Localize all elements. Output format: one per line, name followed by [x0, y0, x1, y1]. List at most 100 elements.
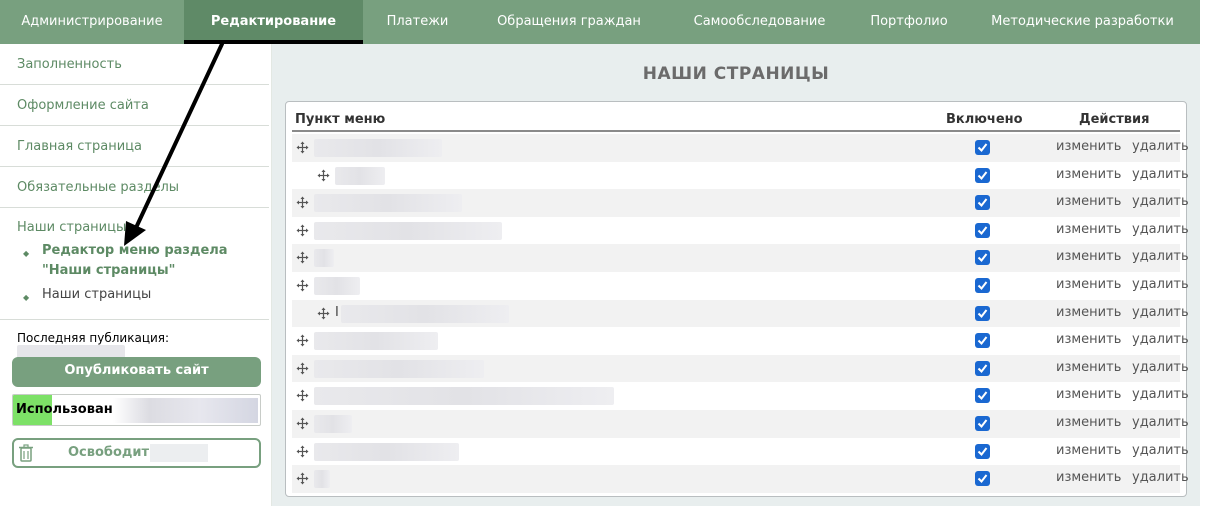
enabled-checkbox[interactable]	[975, 443, 990, 459]
menu-table-body: изменить удалить изменить удалить изменить уд…	[292, 134, 1189, 493]
drag-handle-icon[interactable]	[296, 472, 309, 485]
edit-link[interactable]: изменить	[1056, 387, 1121, 402]
drag-handle-icon[interactable]	[296, 196, 309, 209]
sidebar-group-title[interactable]: Наши страницы	[17, 220, 269, 235]
trash-icon	[19, 444, 33, 462]
menu-item-name-redacted	[314, 249, 334, 268]
drag-handle-icon[interactable]	[296, 417, 309, 430]
header-menu-item: Пункт меню	[295, 112, 386, 127]
checkmark-icon	[977, 308, 988, 318]
tab-administration[interactable]: Администрирование	[0, 0, 184, 44]
enabled-checkbox[interactable]	[975, 360, 990, 376]
enabled-checkbox[interactable]	[975, 277, 990, 293]
enabled-checkbox[interactable]	[975, 222, 990, 238]
edit-link[interactable]: изменить	[1056, 167, 1121, 182]
checkmark-icon	[977, 281, 988, 290]
delete-link[interactable]: удалить	[1132, 415, 1189, 430]
delete-link[interactable]: удалить	[1132, 139, 1189, 154]
enabled-checkbox[interactable]	[975, 167, 990, 183]
menu-item-name-redacted	[314, 387, 614, 406]
delete-link[interactable]: удалить	[1132, 387, 1189, 402]
menu-item-name-redacted	[314, 194, 462, 213]
drag-handle-icon[interactable]	[296, 224, 309, 237]
sidebar-subitem-label: Наши страницы	[42, 287, 152, 302]
sidebar-item-home-page[interactable]: Главная страница	[0, 126, 269, 167]
delete-link[interactable]: удалить	[1132, 332, 1189, 347]
drag-handle-icon[interactable]	[296, 334, 309, 347]
edit-link[interactable]: изменить	[1056, 139, 1121, 154]
publish-site-button[interactable]: Опубликовать сайт	[12, 357, 261, 387]
delete-link[interactable]: удалить	[1132, 470, 1189, 485]
drag-handle-icon[interactable]	[296, 141, 309, 154]
table-row: изменить удалить	[292, 354, 1189, 383]
tab-citizen-requests[interactable]: Обращения граждан	[472, 0, 666, 44]
sidebar-item-required-sections[interactable]: Обязательные разделы	[0, 167, 269, 208]
enabled-checkbox[interactable]	[975, 195, 990, 211]
drag-handle-icon[interactable]	[317, 169, 330, 182]
storage-usage-bar: Использовано	[12, 394, 261, 426]
last-publication: Последняя публикация:	[0, 320, 271, 361]
delete-link[interactable]: удалить	[1132, 222, 1189, 237]
delete-link[interactable]: удалить	[1132, 167, 1189, 182]
enabled-checkbox[interactable]	[975, 250, 990, 266]
sidebar-item-fill[interactable]: Заполненность	[0, 44, 269, 85]
drag-handle-icon[interactable]	[296, 389, 309, 402]
drag-handle-icon[interactable]	[296, 251, 309, 264]
diamond-bullet-icon: ◆	[23, 293, 30, 302]
enabled-checkbox[interactable]	[975, 140, 990, 155]
tab-payments[interactable]: Платежи	[363, 0, 472, 44]
edit-link[interactable]: изменить	[1056, 443, 1121, 458]
menu-item-name-redacted	[341, 304, 509, 323]
page-title: НАШИ СТРАНИЦЫ	[642, 64, 830, 84]
menu-item-name-redacted	[314, 470, 330, 489]
sidebar-subitem-menu-editor[interactable]: ◆ Редактор меню раздела "Наши страницы"	[17, 241, 269, 281]
edit-link[interactable]: изменить	[1056, 222, 1121, 237]
table-row: изменить удалить	[292, 162, 1189, 190]
storage-usage-label: Использовано	[16, 402, 122, 417]
enabled-checkbox[interactable]	[975, 333, 990, 349]
sidebar-item-design[interactable]: Оформление сайта	[0, 85, 269, 126]
checkmark-icon	[977, 198, 988, 208]
delete-link[interactable]: удалить	[1132, 360, 1189, 375]
enabled-checkbox[interactable]	[975, 471, 990, 487]
table-row: изменить удалить	[292, 409, 1189, 438]
top-navigation: Администрирование Редактирование Платежи…	[0, 0, 1200, 44]
table-row: изменить удалить	[292, 272, 1189, 300]
sidebar-subitem-our-pages[interactable]: ◆ Наши страницы	[17, 285, 269, 305]
edit-link[interactable]: изменить	[1056, 360, 1121, 375]
edit-link[interactable]: изменить	[1056, 277, 1121, 292]
edit-link[interactable]: изменить	[1056, 194, 1121, 209]
header-actions: Действия	[1079, 112, 1150, 127]
enabled-checkbox[interactable]	[975, 305, 990, 321]
menu-item-name-redacted	[314, 359, 484, 378]
drag-handle-icon[interactable]	[296, 279, 309, 292]
tab-methodical-developments[interactable]: Методические разработки	[965, 0, 1200, 44]
tab-self-assessment[interactable]: Самообследование	[666, 0, 853, 44]
header-enabled: Включено	[946, 112, 1023, 127]
edit-link[interactable]: изменить	[1056, 415, 1121, 430]
free-space-button[interactable]: Освободить	[12, 438, 261, 468]
edit-link[interactable]: изменить	[1056, 305, 1121, 320]
delete-link[interactable]: удалить	[1132, 443, 1189, 458]
last-publication-label: Последняя публикация:	[17, 331, 170, 345]
main-content: НАШИ СТРАНИЦЫ Пункт меню Включено Действ…	[272, 44, 1200, 506]
menu-item-name-redacted	[335, 166, 385, 185]
tab-editing[interactable]: Редактирование	[184, 0, 363, 44]
delete-link[interactable]: удалить	[1132, 194, 1189, 209]
drag-handle-icon[interactable]	[317, 307, 330, 320]
menu-item-name-redacted	[314, 139, 442, 157]
edit-link[interactable]: изменить	[1056, 249, 1121, 264]
delete-link[interactable]: удалить	[1132, 305, 1189, 320]
enabled-checkbox[interactable]	[975, 388, 990, 404]
delete-link[interactable]: удалить	[1132, 277, 1189, 292]
enabled-checkbox[interactable]	[975, 415, 990, 431]
drag-handle-icon[interactable]	[296, 445, 309, 458]
menu-item-name-redacted	[314, 276, 360, 295]
edit-link[interactable]: изменить	[1056, 332, 1121, 347]
table-row: Iизменить удалить	[292, 299, 1189, 328]
drag-handle-icon[interactable]	[296, 362, 309, 375]
tab-portfolio[interactable]: Портфолио	[853, 0, 965, 44]
edit-link[interactable]: изменить	[1056, 470, 1121, 485]
menu-table-panel: Пункт меню Включено Действия изменить уда…	[285, 101, 1189, 497]
delete-link[interactable]: удалить	[1132, 249, 1189, 264]
